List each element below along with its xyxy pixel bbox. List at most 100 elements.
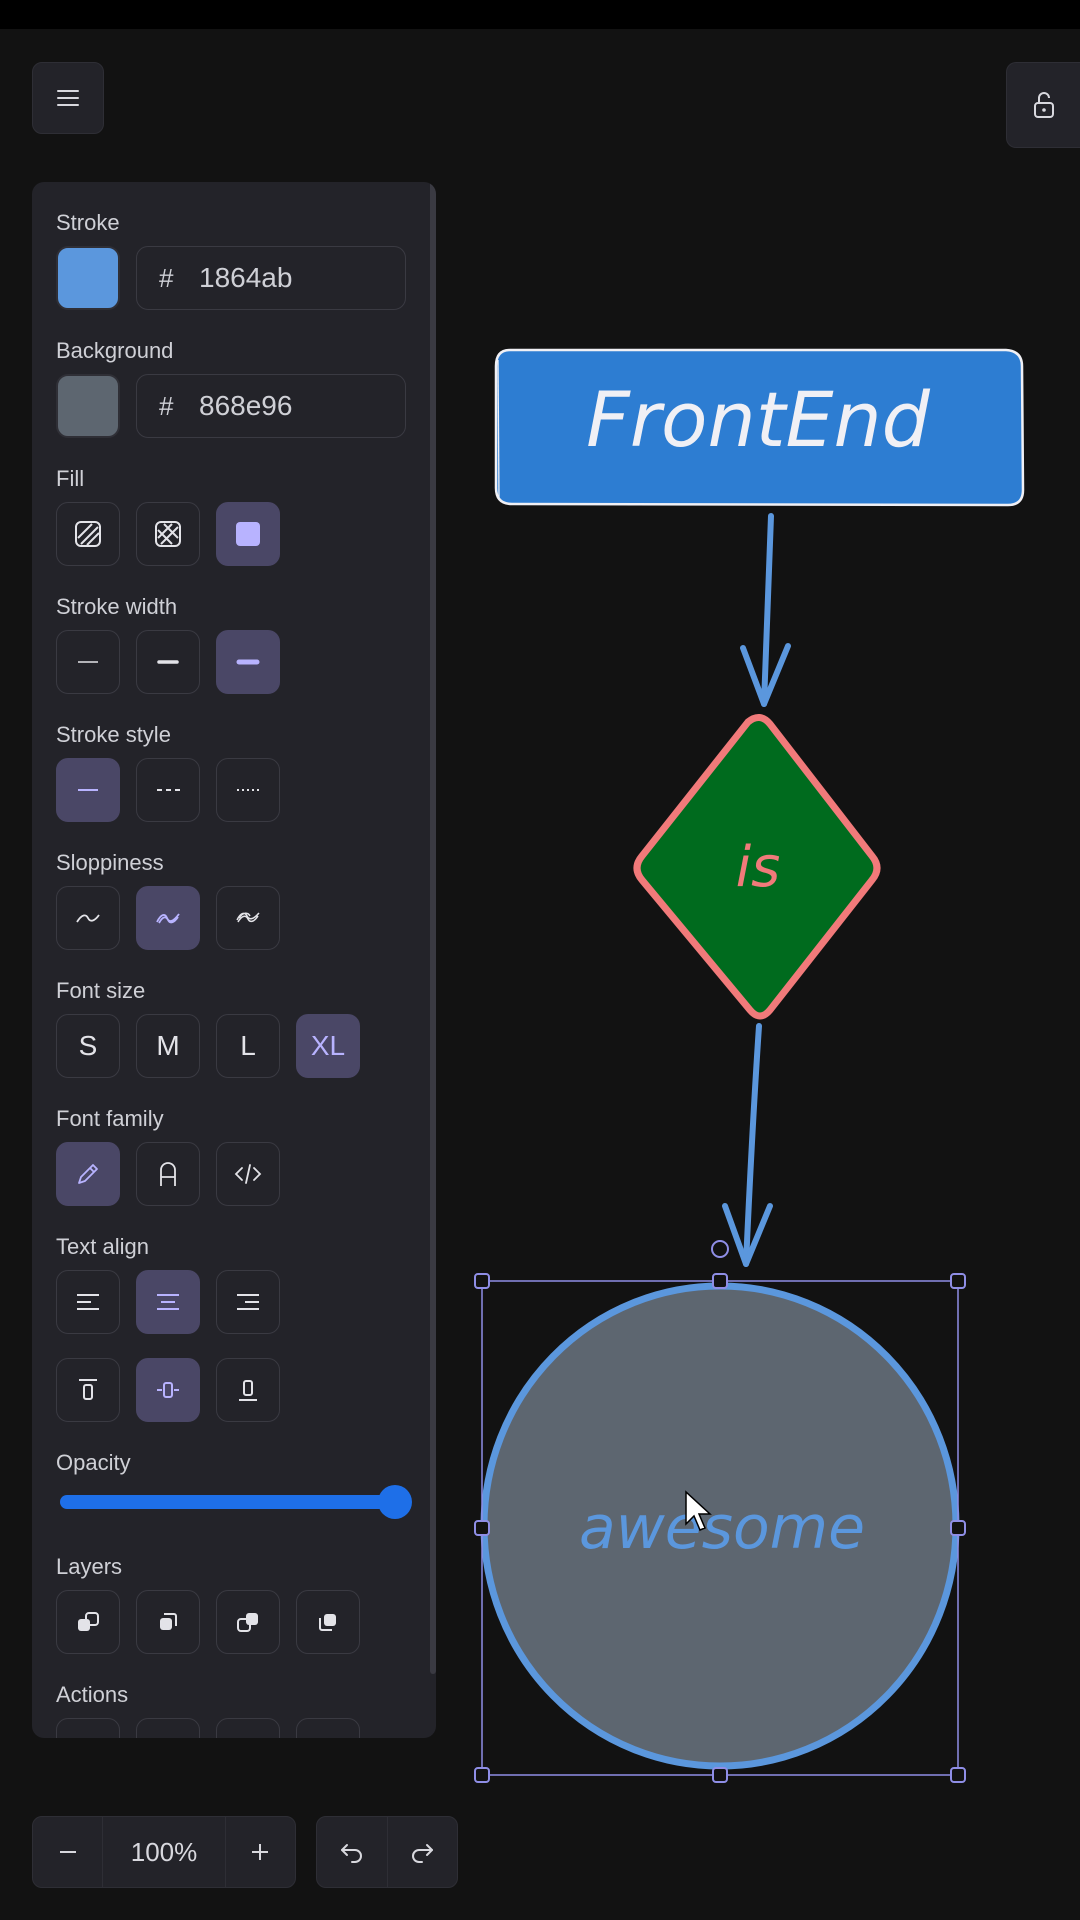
bring-forward-button[interactable] xyxy=(216,1590,280,1654)
artist-icon xyxy=(156,913,180,924)
zoom-level[interactable]: 100% xyxy=(102,1817,226,1887)
align-right-icon xyxy=(237,1294,259,1310)
thin-line-icon xyxy=(78,661,98,663)
solid-icon xyxy=(236,522,260,546)
font-family-label: Font family xyxy=(56,1106,164,1131)
status-bar xyxy=(0,0,1080,29)
vertical-align-middle-button[interactable] xyxy=(136,1358,200,1422)
properties-panel: Stroke # 1864ab Background # 868e96 Fill… xyxy=(32,182,436,1738)
background-hex-input[interactable]: # 868e96 xyxy=(136,374,406,438)
zoom-out-button[interactable] xyxy=(33,1817,102,1887)
redo-button[interactable] xyxy=(388,1817,458,1887)
normal-font-icon xyxy=(160,1162,176,1186)
font-family-normal-button[interactable] xyxy=(136,1142,200,1206)
vertical-align-top-button[interactable] xyxy=(56,1358,120,1422)
delete-button[interactable] xyxy=(136,1718,200,1738)
sloppiness-architect-button[interactable] xyxy=(56,886,120,950)
link-button[interactable] xyxy=(296,1718,360,1738)
resize-handle-sw xyxy=(474,1767,490,1783)
redo-icon xyxy=(412,1844,434,1863)
dotted-line-icon xyxy=(237,789,261,791)
stroke-width-bold-button[interactable] xyxy=(136,630,200,694)
is-diamond[interactable]: is xyxy=(633,714,881,1020)
dashed-line-icon xyxy=(157,789,181,791)
fill-hachure-button[interactable] xyxy=(56,502,120,566)
font-size-medium-button[interactable]: M xyxy=(136,1014,200,1078)
frontend-rectangle[interactable]: FrontEnd xyxy=(494,348,1025,507)
stroke-style-label: Stroke style xyxy=(56,722,171,747)
solid-line-icon xyxy=(78,789,98,791)
bring-to-front-button[interactable] xyxy=(296,1590,360,1654)
font-size-large-button[interactable]: L xyxy=(216,1014,280,1078)
fill-label: Fill xyxy=(56,466,85,491)
background-color-swatch[interactable] xyxy=(56,374,120,438)
send-to-back-button[interactable] xyxy=(56,1590,120,1654)
fill-solid-button[interactable] xyxy=(216,502,280,566)
undo-button[interactable] xyxy=(317,1817,388,1887)
text-align-right-button[interactable] xyxy=(216,1270,280,1334)
stroke-style-dotted-button[interactable] xyxy=(216,758,280,822)
font-size-small-button[interactable]: S xyxy=(56,1014,120,1078)
stroke-style-dashed-button[interactable] xyxy=(136,758,200,822)
frontend-label: FrontEnd xyxy=(586,375,931,464)
cross-hatch-icon xyxy=(155,521,181,547)
stroke-style-solid-button[interactable] xyxy=(56,758,120,822)
resize-handle-se xyxy=(950,1767,966,1783)
mouse-cursor-icon xyxy=(685,1490,712,1531)
stroke-width-label: Stroke width xyxy=(56,594,178,619)
sloppiness-artist-button[interactable] xyxy=(136,886,200,950)
hamburger-icon xyxy=(57,90,79,106)
resize-handle-s xyxy=(712,1767,728,1783)
duplicate-button[interactable] xyxy=(56,1718,120,1738)
awesome-ellipse[interactable]: awesome xyxy=(480,1282,960,1770)
font-family-code-button[interactable] xyxy=(216,1142,280,1206)
rotation-handle xyxy=(711,1240,729,1258)
minus-icon xyxy=(59,1851,76,1853)
bold-line-icon xyxy=(157,660,179,664)
code-icon xyxy=(234,1164,262,1184)
resize-handle-ne xyxy=(950,1273,966,1289)
text-align-left-button[interactable] xyxy=(56,1270,120,1334)
selection-box[interactable] xyxy=(474,1240,966,1783)
unlock-icon xyxy=(1033,92,1054,118)
opacity-slider-thumb[interactable] xyxy=(378,1485,412,1519)
fill-cross-hatch-button[interactable] xyxy=(136,502,200,566)
text-align-center-button[interactable] xyxy=(136,1270,200,1334)
stroke-color-swatch[interactable] xyxy=(56,246,120,310)
bring-to-front-icon xyxy=(319,1614,336,1631)
bring-forward-icon xyxy=(237,1613,258,1632)
lock-button[interactable] xyxy=(1006,62,1080,148)
arrow-rect-to-diamond[interactable] xyxy=(740,513,791,707)
background-label: Background xyxy=(56,338,174,363)
panel-scrollbar[interactable] xyxy=(430,182,436,1674)
arrow-diamond-to-ellipse[interactable] xyxy=(722,1023,773,1267)
extra-bold-line-icon xyxy=(236,659,260,665)
send-backward-button[interactable] xyxy=(136,1590,200,1654)
stroke-width-extra-bold-button[interactable] xyxy=(216,630,280,694)
stroke-hex-input[interactable]: # 1864ab xyxy=(136,246,406,310)
menu-button[interactable] xyxy=(32,62,104,134)
font-family-handdrawn-button[interactable] xyxy=(56,1142,120,1206)
group-button[interactable] xyxy=(216,1718,280,1738)
hachure-icon xyxy=(75,521,101,547)
sloppiness-label: Sloppiness xyxy=(56,850,164,875)
opacity-slider-track[interactable] xyxy=(60,1495,394,1509)
actions-label: Actions xyxy=(56,1682,129,1707)
history-controls xyxy=(316,1816,458,1888)
zoom-in-button[interactable] xyxy=(226,1817,295,1887)
zoom-controls: 100% xyxy=(32,1816,296,1888)
hash-prefix: # xyxy=(159,390,174,421)
is-label: is xyxy=(736,835,781,900)
send-to-back-icon xyxy=(78,1612,99,1631)
background-hex-value: 868e96 xyxy=(199,390,293,421)
awesome-label: awesome xyxy=(579,1493,865,1563)
sloppiness-cartoonist-button[interactable] xyxy=(216,886,280,950)
architect-icon xyxy=(76,914,100,923)
align-middle-icon xyxy=(157,1382,179,1398)
align-center-icon xyxy=(157,1294,179,1310)
font-size-xl-button[interactable]: XL xyxy=(296,1014,360,1078)
stroke-width-thin-button[interactable] xyxy=(56,630,120,694)
vertical-align-bottom-button[interactable] xyxy=(216,1358,280,1422)
stroke-hex-value: 1864ab xyxy=(199,262,293,293)
font-size-label: Font size xyxy=(56,978,146,1003)
